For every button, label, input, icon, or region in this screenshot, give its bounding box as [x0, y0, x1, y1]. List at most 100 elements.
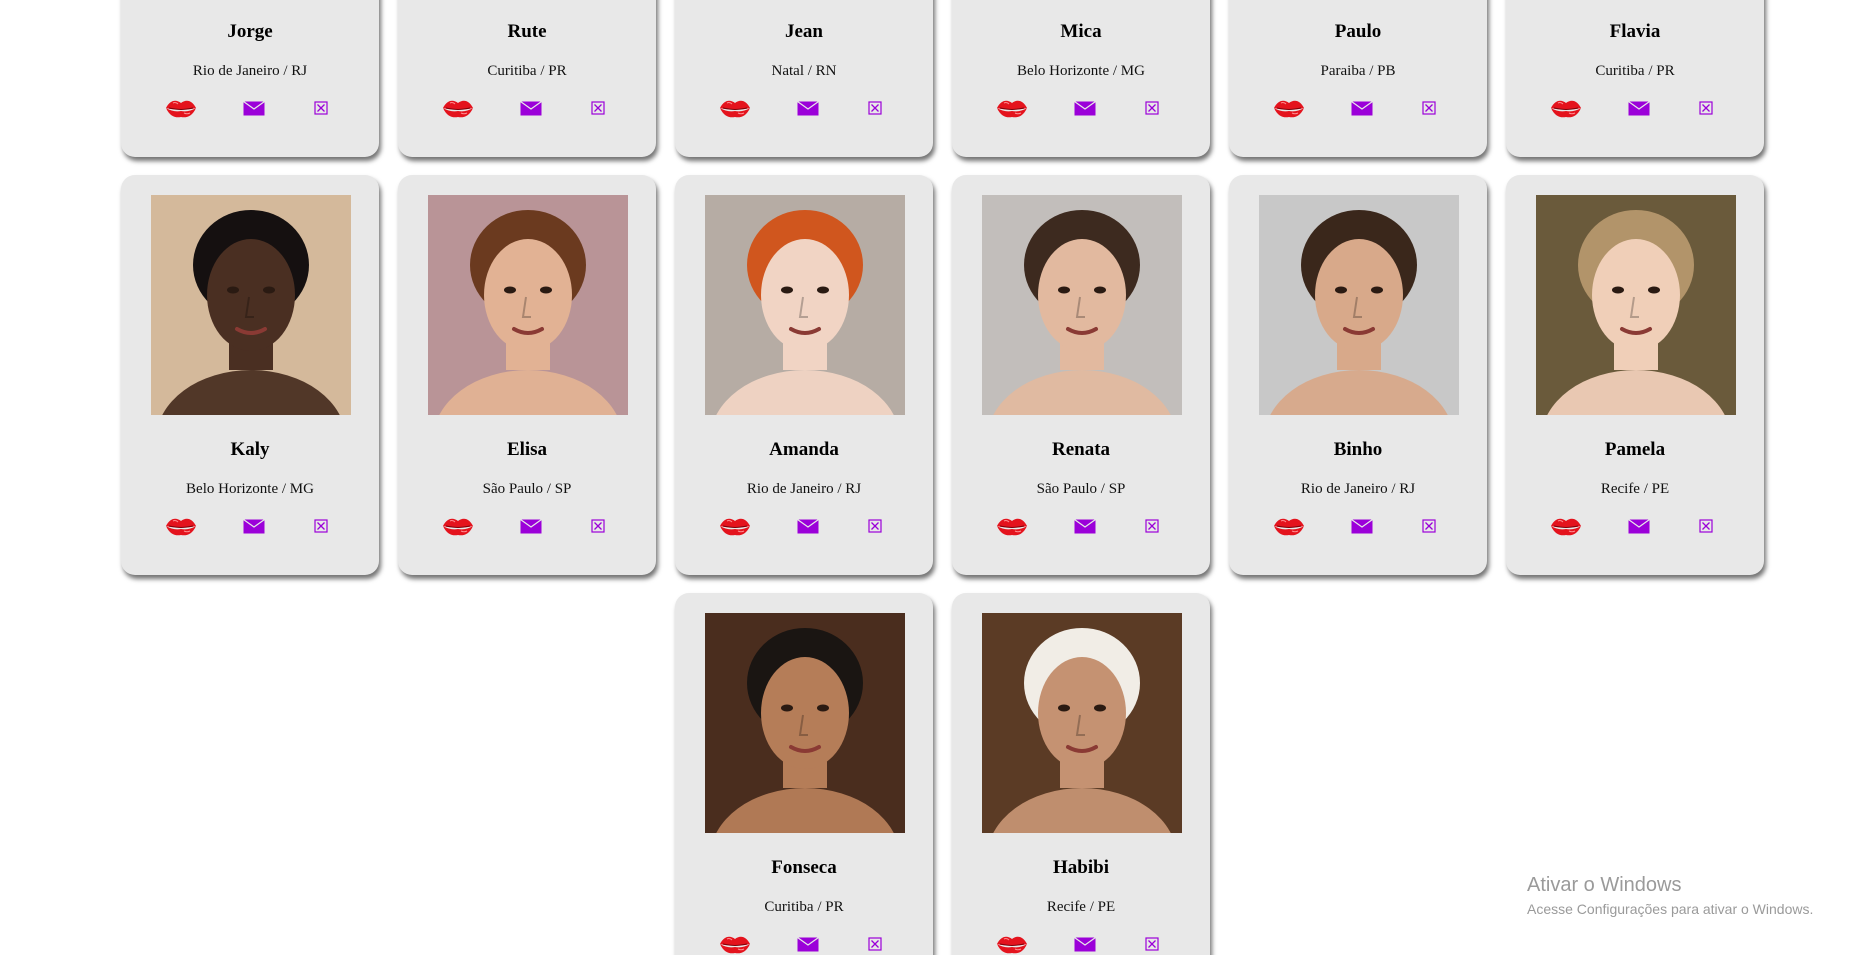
- dismiss-button[interactable]: [1696, 95, 1716, 121]
- profile-photo[interactable]: [705, 195, 905, 415]
- message-button[interactable]: [1626, 95, 1652, 121]
- profile-card: Elisa São Paulo / SP: [398, 175, 656, 575]
- envelope-icon: [520, 518, 542, 533]
- dismiss-button[interactable]: [1142, 513, 1162, 539]
- dismiss-button[interactable]: [1419, 95, 1439, 121]
- kiss-lips-icon: [443, 518, 473, 536]
- dismiss-button[interactable]: [1696, 513, 1716, 539]
- profile-card: Habibi Recife / PE: [952, 593, 1210, 955]
- close-box-icon: [314, 519, 328, 533]
- windows-activation-watermark: Ativar o Windows Acesse Configurações pa…: [1527, 874, 1813, 917]
- message-button[interactable]: [1349, 513, 1375, 539]
- dismiss-button[interactable]: [865, 931, 885, 955]
- kiss-lips-icon: [720, 518, 750, 536]
- close-box-icon: [1422, 519, 1436, 533]
- kiss-button[interactable]: [1272, 95, 1306, 121]
- close-box-icon: [591, 101, 605, 115]
- profile-photo[interactable]: [705, 613, 905, 833]
- dismiss-button[interactable]: [588, 95, 608, 121]
- profile-photo[interactable]: [1536, 195, 1736, 415]
- profile-card: Renata São Paulo / SP: [952, 175, 1210, 575]
- kiss-button[interactable]: [995, 95, 1029, 121]
- profile-city: Recife / PE: [1600, 481, 1670, 497]
- close-box-icon: [1699, 519, 1713, 533]
- profile-name: Paulo: [1334, 21, 1382, 42]
- watermark-subtitle: Acesse Configurações para ativar o Windo…: [1527, 901, 1814, 917]
- close-box-icon: [1145, 937, 1159, 951]
- dismiss-button[interactable]: [311, 513, 331, 539]
- profile-card: Mica Belo Horizonte / MG: [952, 0, 1210, 157]
- envelope-icon: [243, 518, 265, 533]
- kiss-button[interactable]: [164, 95, 198, 121]
- kiss-button[interactable]: [718, 931, 752, 955]
- close-box-icon: [868, 101, 882, 115]
- message-button[interactable]: [795, 95, 821, 121]
- close-box-icon: [591, 519, 605, 533]
- profile-name: Jorge: [227, 21, 273, 42]
- profile-name: Habibi: [1053, 857, 1109, 878]
- profile-photo[interactable]: [428, 195, 628, 415]
- profile-photo-illustration: [705, 613, 905, 833]
- kiss-button[interactable]: [995, 931, 1029, 955]
- profile-name: Pamela: [1604, 439, 1666, 460]
- message-button[interactable]: [1072, 931, 1098, 955]
- kiss-button[interactable]: [718, 513, 752, 539]
- message-button[interactable]: [241, 95, 267, 121]
- profile-photo[interactable]: [982, 613, 1182, 833]
- profile-card: Binho Rio de Janeiro / RJ: [1229, 175, 1487, 575]
- dismiss-button[interactable]: [588, 513, 608, 539]
- envelope-icon: [1074, 518, 1096, 533]
- envelope-icon: [1628, 100, 1650, 115]
- profile-photo[interactable]: [151, 195, 351, 415]
- message-button[interactable]: [795, 513, 821, 539]
- profile-city: Natal / RN: [771, 63, 837, 79]
- message-button[interactable]: [1072, 513, 1098, 539]
- profile-name: Fonseca: [771, 857, 837, 878]
- kiss-button[interactable]: [995, 513, 1029, 539]
- profile-actions: [398, 95, 656, 121]
- profile-actions: [398, 513, 656, 539]
- kiss-button[interactable]: [1272, 513, 1306, 539]
- message-button[interactable]: [795, 931, 821, 955]
- message-button[interactable]: [1349, 95, 1375, 121]
- envelope-icon: [1628, 518, 1650, 533]
- kiss-lips-icon: [166, 518, 196, 536]
- dismiss-button[interactable]: [865, 95, 885, 121]
- profile-actions: [952, 95, 1210, 121]
- profile-photo[interactable]: [1259, 195, 1459, 415]
- profile-actions: [1229, 513, 1487, 539]
- profile-name: Mica: [1060, 21, 1102, 42]
- profile-name: Flavia: [1609, 21, 1661, 42]
- watermark-title: Ativar o Windows: [1527, 874, 1682, 896]
- profile-photo[interactable]: [982, 195, 1182, 415]
- close-box-icon: [868, 937, 882, 951]
- dismiss-button[interactable]: [865, 513, 885, 539]
- kiss-button[interactable]: [1549, 513, 1583, 539]
- kiss-button[interactable]: [441, 513, 475, 539]
- envelope-icon: [1351, 100, 1373, 115]
- profile-city: Rio de Janeiro / RJ: [746, 481, 862, 497]
- profile-actions: [675, 931, 933, 955]
- message-button[interactable]: [241, 513, 267, 539]
- kiss-button[interactable]: [441, 95, 475, 121]
- kiss-button[interactable]: [164, 513, 198, 539]
- profile-city: Recife / PE: [1046, 899, 1116, 915]
- kiss-button[interactable]: [1549, 95, 1583, 121]
- profile-city: Curitiba / PR: [764, 899, 844, 915]
- profile-card: Amanda Rio de Janeiro / RJ: [675, 175, 933, 575]
- profile-city: Belo Horizonte / MG: [186, 481, 314, 497]
- dismiss-button[interactable]: [1142, 95, 1162, 121]
- envelope-icon: [797, 936, 819, 951]
- profile-photo-illustration: [982, 613, 1182, 833]
- profile-photo-illustration: [705, 195, 905, 415]
- dismiss-button[interactable]: [1142, 931, 1162, 955]
- kiss-lips-icon: [997, 518, 1027, 536]
- dismiss-button[interactable]: [1419, 513, 1439, 539]
- message-button[interactable]: [518, 513, 544, 539]
- message-button[interactable]: [1626, 513, 1652, 539]
- kiss-button[interactable]: [718, 95, 752, 121]
- dismiss-button[interactable]: [311, 95, 331, 121]
- profile-city: Curitiba / PR: [487, 63, 567, 79]
- message-button[interactable]: [1072, 95, 1098, 121]
- message-button[interactable]: [518, 95, 544, 121]
